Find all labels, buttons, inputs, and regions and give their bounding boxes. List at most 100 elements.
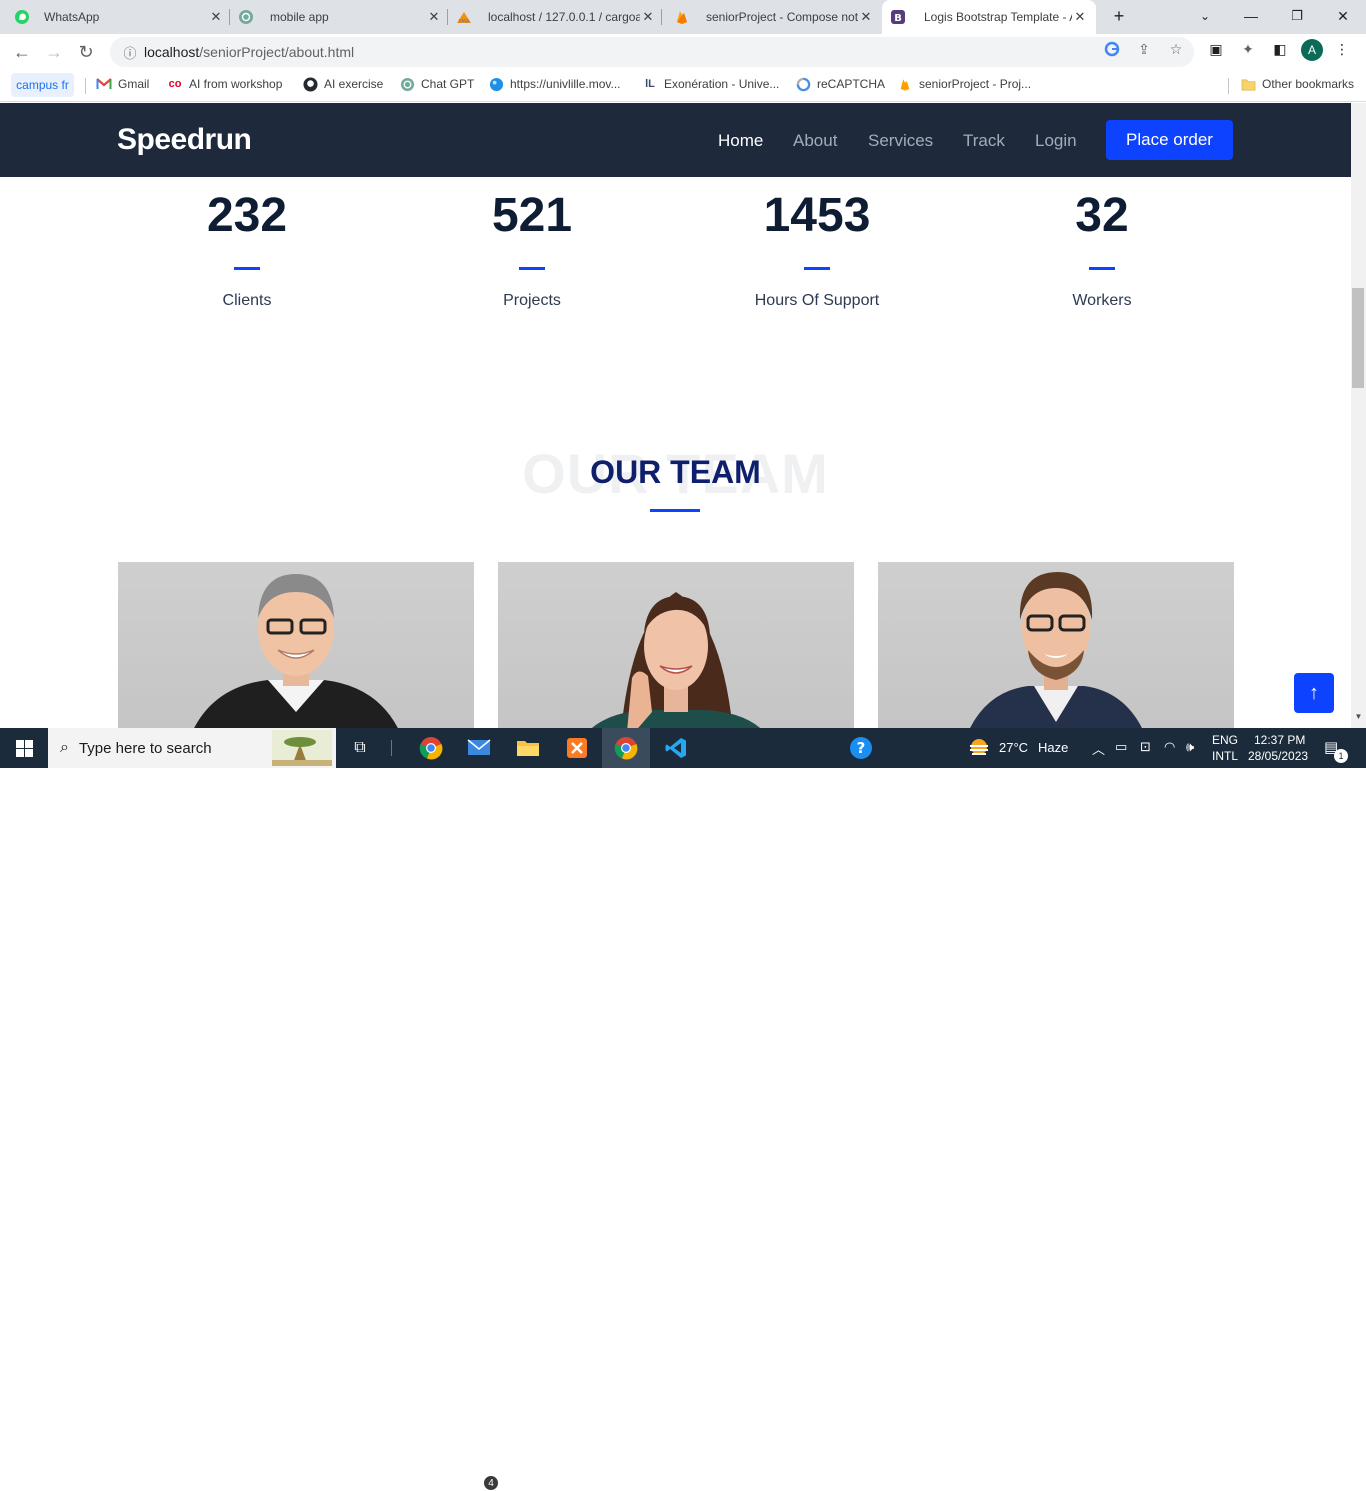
vscode-icon[interactable] xyxy=(660,734,692,762)
bookmark-gmail[interactable]: Gmail xyxy=(96,72,149,96)
side-panel-icon[interactable]: ◧ xyxy=(1271,40,1289,58)
phpmyadmin-icon: PMA xyxy=(456,9,472,25)
man-glasses-portrait-image xyxy=(970,572,1142,728)
extension-icon[interactable]: ▣ xyxy=(1207,40,1225,58)
reload-icon[interactable]: ↻ xyxy=(72,38,100,66)
xampp-icon[interactable] xyxy=(561,734,593,762)
team-member-photo xyxy=(498,562,854,728)
bookmark-ai-exercise[interactable]: AI exercise xyxy=(302,72,383,96)
site-header: Speedrun Home About Services Track Login… xyxy=(0,103,1351,177)
share-icon[interactable]: ⇪ xyxy=(1135,40,1153,58)
site-logo[interactable]: Speedrun xyxy=(117,123,252,157)
stat-label: Workers xyxy=(1072,292,1132,309)
bookmark-recaptcha[interactable]: reCAPTCHA xyxy=(795,72,885,96)
bookmark-chat-gpt[interactable]: Chat GPT xyxy=(399,72,474,96)
taskbar-search-box[interactable]: ⌕ Type here to search xyxy=(48,728,336,768)
menu-icon[interactable]: ⋮ xyxy=(1333,40,1351,58)
bookmark-star-icon[interactable]: ☆ xyxy=(1167,40,1185,58)
tab-search-icon[interactable]: ⌄ xyxy=(1192,4,1218,28)
nav-home[interactable]: Home xyxy=(718,131,763,151)
minimize-icon[interactable]: — xyxy=(1238,4,1264,28)
weather-temp[interactable]: 27°C xyxy=(999,740,1028,755)
site-info-icon[interactable]: ⓘ xyxy=(116,43,144,62)
bookmark-exoneration[interactable]: lL Exonération - Unive... xyxy=(642,72,779,96)
nav-about[interactable]: About xyxy=(793,131,837,151)
close-tab-icon[interactable]: ✕ xyxy=(858,9,874,25)
recaptcha-icon xyxy=(795,76,811,92)
nav-login[interactable]: Login xyxy=(1035,131,1077,151)
windows-start-icon[interactable] xyxy=(8,734,40,762)
close-tab-icon[interactable]: ✕ xyxy=(640,9,656,25)
gmail-icon xyxy=(96,76,112,92)
tab-logis-active[interactable]: B Logis Bootstrap Template - A ✕ xyxy=(882,0,1096,34)
close-tab-icon[interactable]: ✕ xyxy=(1072,9,1088,25)
file-explorer-icon[interactable] xyxy=(512,734,544,762)
profile-avatar[interactable]: A xyxy=(1301,39,1323,61)
close-tab-icon[interactable]: ✕ xyxy=(208,9,224,25)
search-highlight-icon xyxy=(272,730,332,771)
chrome-profile-taskbar-icon[interactable] xyxy=(610,734,642,762)
tab-whatsapp[interactable]: WhatsApp ✕ xyxy=(14,0,224,34)
help-icon[interactable]: ? xyxy=(845,734,877,762)
man-portrait-image xyxy=(194,574,398,728)
weather-desc[interactable]: Haze xyxy=(1038,740,1068,755)
bookmark-univlille[interactable]: https://univlille.mov... xyxy=(488,72,620,96)
clock-time[interactable]: 12:37 PM xyxy=(1254,733,1305,747)
search-icon: ⌕ xyxy=(60,739,69,756)
back-to-top-button[interactable]: ↑ xyxy=(1294,673,1334,713)
nav-track[interactable]: Track xyxy=(963,131,1005,151)
woman-portrait-image xyxy=(592,592,760,728)
stat-label: Hours Of Support xyxy=(754,292,880,309)
close-tab-icon[interactable]: ✕ xyxy=(426,9,442,25)
scroll-down-arrow-icon[interactable]: ▼ xyxy=(1351,712,1366,726)
wifi-icon[interactable]: ◠ xyxy=(1164,739,1175,755)
restore-icon[interactable]: ❐ xyxy=(1284,4,1310,28)
chrome-taskbar-icon[interactable] xyxy=(415,734,447,762)
stat-value: 232 xyxy=(206,189,288,242)
tab-phpmyadmin[interactable]: PMA localhost / 127.0.0.1 / cargoa ✕ xyxy=(456,0,656,34)
bootstrap-icon: B xyxy=(890,9,906,25)
nav-services[interactable]: Services xyxy=(868,131,933,151)
stat-workers: 32 Workers xyxy=(982,191,1222,310)
chatgpt-icon xyxy=(399,76,415,92)
bookmark-ai-from-workshop[interactable]: co AI from workshop xyxy=(167,72,283,96)
tray-chevron-up-icon[interactable]: ︿ xyxy=(1092,739,1105,758)
language-primary[interactable]: ENG xyxy=(1212,733,1238,747)
tab-firebase[interactable]: seniorProject - Compose not ✕ xyxy=(674,0,874,34)
mail-badge: 4 xyxy=(483,1475,499,1491)
place-order-button[interactable]: Place order xyxy=(1106,120,1233,160)
back-icon[interactable]: ← xyxy=(8,38,36,66)
google-lens-icon[interactable] xyxy=(1103,40,1121,58)
windows-taskbar: ⌕ Type here to search ⧉ 4 ? 27°C Haze ︿ … xyxy=(0,728,1366,1491)
forward-icon[interactable]: → xyxy=(40,38,68,66)
new-tab-button[interactable]: + xyxy=(1106,4,1132,28)
puzzle-icon[interactable]: ✦ xyxy=(1239,40,1257,58)
task-view-icon[interactable]: ⧉ xyxy=(344,734,376,762)
chatgpt-icon xyxy=(238,9,254,25)
page-scrollbar-track[interactable] xyxy=(1351,103,1366,728)
clock-date[interactable]: 28/05/2023 xyxy=(1248,749,1308,763)
language-secondary[interactable]: INTL xyxy=(1212,749,1238,763)
close-window-icon[interactable]: ✕ xyxy=(1330,4,1356,28)
team-member-photo xyxy=(878,562,1234,728)
camera-icon[interactable]: ⊡ xyxy=(1140,739,1151,755)
url-path: /seniorProject/about.html xyxy=(199,44,355,60)
team-member-photo xyxy=(118,562,474,728)
battery-icon[interactable]: ▭ xyxy=(1115,739,1127,755)
coursera-icon: co xyxy=(168,78,182,90)
address-bar[interactable]: ⓘ localhost/seniorProject/about.html xyxy=(110,37,1194,67)
arrow-up-icon: ↑ xyxy=(1309,681,1319,704)
mail-taskbar-icon[interactable] xyxy=(464,734,496,762)
bookmark-campus-fr[interactable]: campus fr xyxy=(11,73,74,97)
browser-tab-strip: WhatsApp ✕ mobile app ✕ PMA localhost / … xyxy=(0,0,1366,34)
url-host: localhost xyxy=(144,44,200,60)
other-bookmarks-folder[interactable]: Other bookmarks xyxy=(1240,72,1354,96)
bookmark-seniorproject[interactable]: seniorProject - Proj... xyxy=(897,72,1031,96)
stat-divider xyxy=(234,267,260,270)
page-scrollbar-thumb[interactable] xyxy=(1352,288,1364,388)
stat-label: Projects xyxy=(503,292,561,309)
weather-haze-icon xyxy=(963,734,995,762)
volume-icon[interactable]: 🕪 xyxy=(1186,739,1194,755)
tab-mobile-app[interactable]: mobile app ✕ xyxy=(238,0,442,34)
globe-icon xyxy=(488,76,504,92)
